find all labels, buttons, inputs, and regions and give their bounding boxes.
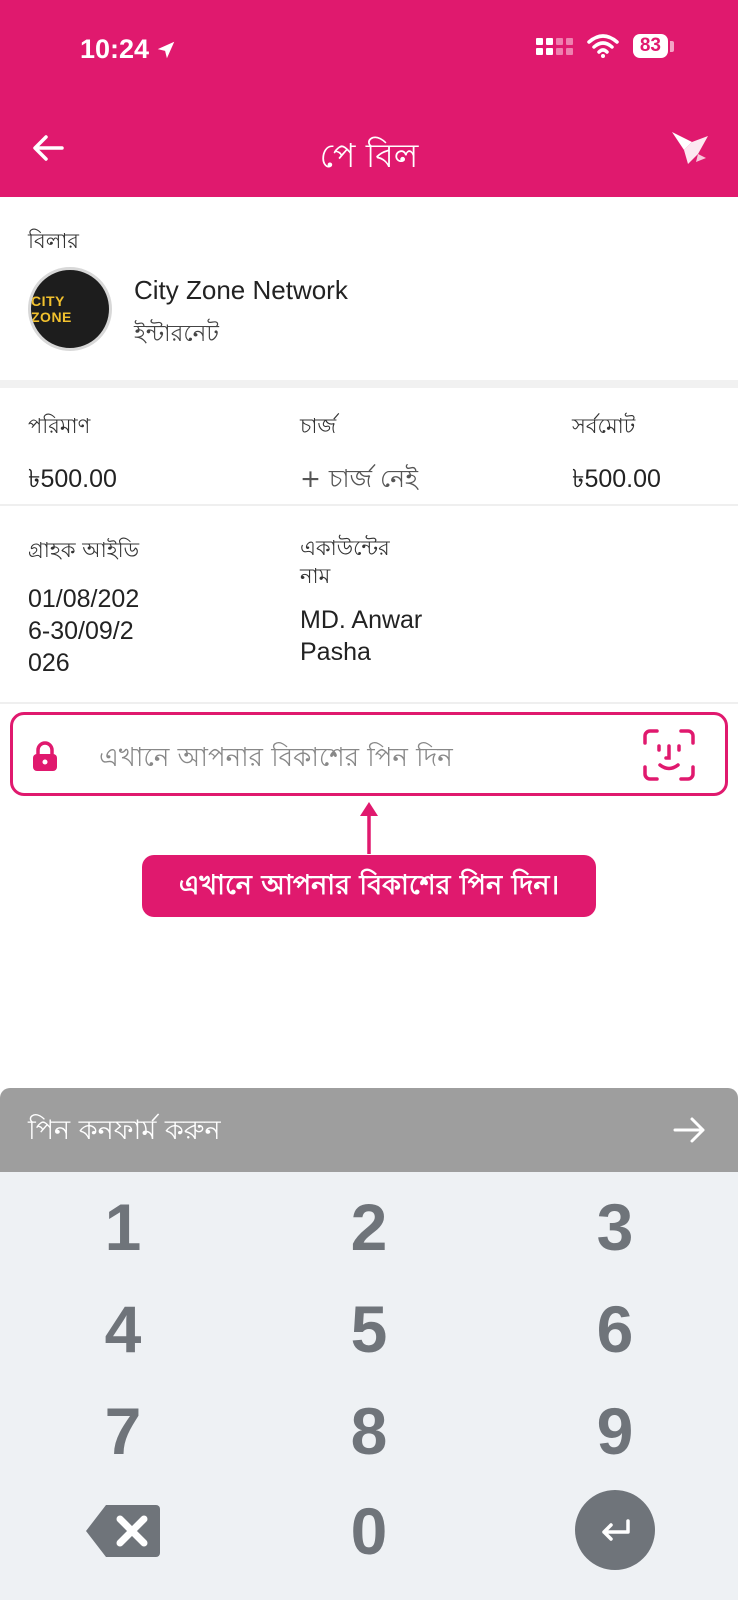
amount-section: পরিমাণ ৳500.00 চার্জ + চার্জ নেই সর্বমোট… — [0, 388, 738, 504]
confirm-pin-button[interactable]: পিন কনফার্ম করুন — [0, 1088, 738, 1172]
page-title: পে বিল — [319, 136, 419, 175]
biller-label: বিলার — [28, 229, 79, 253]
location-arrow-icon — [157, 41, 175, 58]
bird-logo-icon — [672, 132, 708, 164]
account-name-label-line: নাম — [300, 564, 331, 588]
account-name-line: Pasha — [300, 638, 371, 666]
key-3[interactable]: 3 — [555, 1182, 675, 1272]
customer-id-column: গ্রাহক আইডি 01/08/202 6-30/09/2 026 — [28, 534, 139, 679]
status-bar: 10:24 83 — [0, 0, 738, 100]
numeric-keypad: 1 2 3 4 5 6 7 8 9 0 — [0, 1172, 738, 1600]
nav-bar: পে বিল — [0, 110, 738, 190]
total-label: সর্বমোট — [572, 414, 636, 438]
total-value: ৳500.00 — [572, 465, 661, 493]
face-id-button[interactable] — [641, 727, 697, 783]
key-1[interactable]: 1 — [63, 1182, 183, 1272]
charge-column: চার্জ + চার্জ নেই — [300, 410, 418, 502]
key-2[interactable]: 2 — [309, 1182, 429, 1272]
return-icon — [602, 1519, 630, 1541]
key-7[interactable]: 7 — [63, 1386, 183, 1476]
backspace-icon — [86, 1505, 160, 1557]
account-name-label: একাউন্টের নাম — [300, 534, 422, 590]
biller-type: ইন্টারনেট — [134, 321, 219, 347]
cellular-signal-icon — [535, 37, 573, 55]
divider — [0, 380, 738, 388]
enter-key[interactable] — [575, 1490, 655, 1570]
customer-id-value: 01/08/202 6-30/09/2 026 — [28, 583, 139, 679]
time-text: 10:24 — [80, 34, 150, 64]
customer-id-line: 6-30/09/2 — [28, 617, 134, 645]
battery-icon: 83 — [632, 34, 674, 58]
key-5[interactable]: 5 — [309, 1284, 429, 1374]
account-name-value: MD. Anwar Pasha — [300, 604, 422, 668]
key-0[interactable]: 0 — [309, 1486, 429, 1576]
total-column: সর্বমোট ৳500.00 — [572, 410, 661, 502]
bkash-logo-button[interactable] — [668, 126, 712, 170]
pin-input[interactable]: এখানে আপনার বিকাশের পিন দিন — [10, 712, 728, 796]
key-6[interactable]: 6 — [555, 1284, 675, 1374]
key-4[interactable]: 4 — [63, 1284, 183, 1374]
amount-column: পরিমাণ ৳500.00 — [28, 410, 117, 502]
face-id-icon — [643, 729, 695, 781]
arrow-right-icon — [673, 1117, 705, 1143]
amount-label: পরিমাণ — [28, 414, 91, 438]
arrow-up-icon — [360, 802, 378, 854]
customer-id-label: গ্রাহক আইডি — [28, 538, 140, 562]
amount-value: ৳500.00 — [28, 465, 117, 493]
customer-info-section: গ্রাহক আইডি 01/08/202 6-30/09/2 026 একাউ… — [0, 506, 738, 702]
battery-level: 83 — [632, 34, 668, 58]
confirm-pin-label: পিন কনফার্ম করুন — [28, 1115, 221, 1146]
key-8[interactable]: 8 — [309, 1386, 429, 1476]
account-name-label-line: একাউন্টের — [300, 536, 390, 560]
account-name-line: MD. Anwar — [300, 606, 423, 634]
status-time: 10:24 — [80, 34, 177, 65]
biller-name: City Zone Network — [134, 275, 348, 305]
biller-avatar: CITY ZONE — [28, 267, 112, 351]
biller-section: বিলার CITY ZONE City Zone Network ইন্টার… — [0, 197, 738, 380]
key-9[interactable]: 9 — [555, 1386, 675, 1476]
account-name-column: একাউন্টের নাম MD. Anwar Pasha — [300, 534, 422, 668]
lock-icon — [33, 741, 57, 771]
charge-value: + চার্জ নেই — [300, 464, 419, 493]
customer-id-line: 01/08/202 — [28, 585, 140, 613]
customer-id-line: 026 — [28, 649, 70, 677]
status-icons: 83 — [535, 34, 674, 58]
divider — [0, 702, 738, 704]
pin-placeholder: এখানে আপনার বিকাশের পিন দিন — [99, 743, 453, 773]
backspace-key[interactable] — [63, 1486, 183, 1576]
biller-logo-text: CITY ZONE — [31, 293, 72, 325]
pin-hint-badge: এখানে আপনার বিকাশের পিন দিন। — [142, 855, 596, 917]
app-header: 10:24 83 পে বিল — [0, 0, 738, 197]
charge-label: চার্জ — [300, 414, 337, 438]
wifi-icon — [587, 34, 619, 58]
